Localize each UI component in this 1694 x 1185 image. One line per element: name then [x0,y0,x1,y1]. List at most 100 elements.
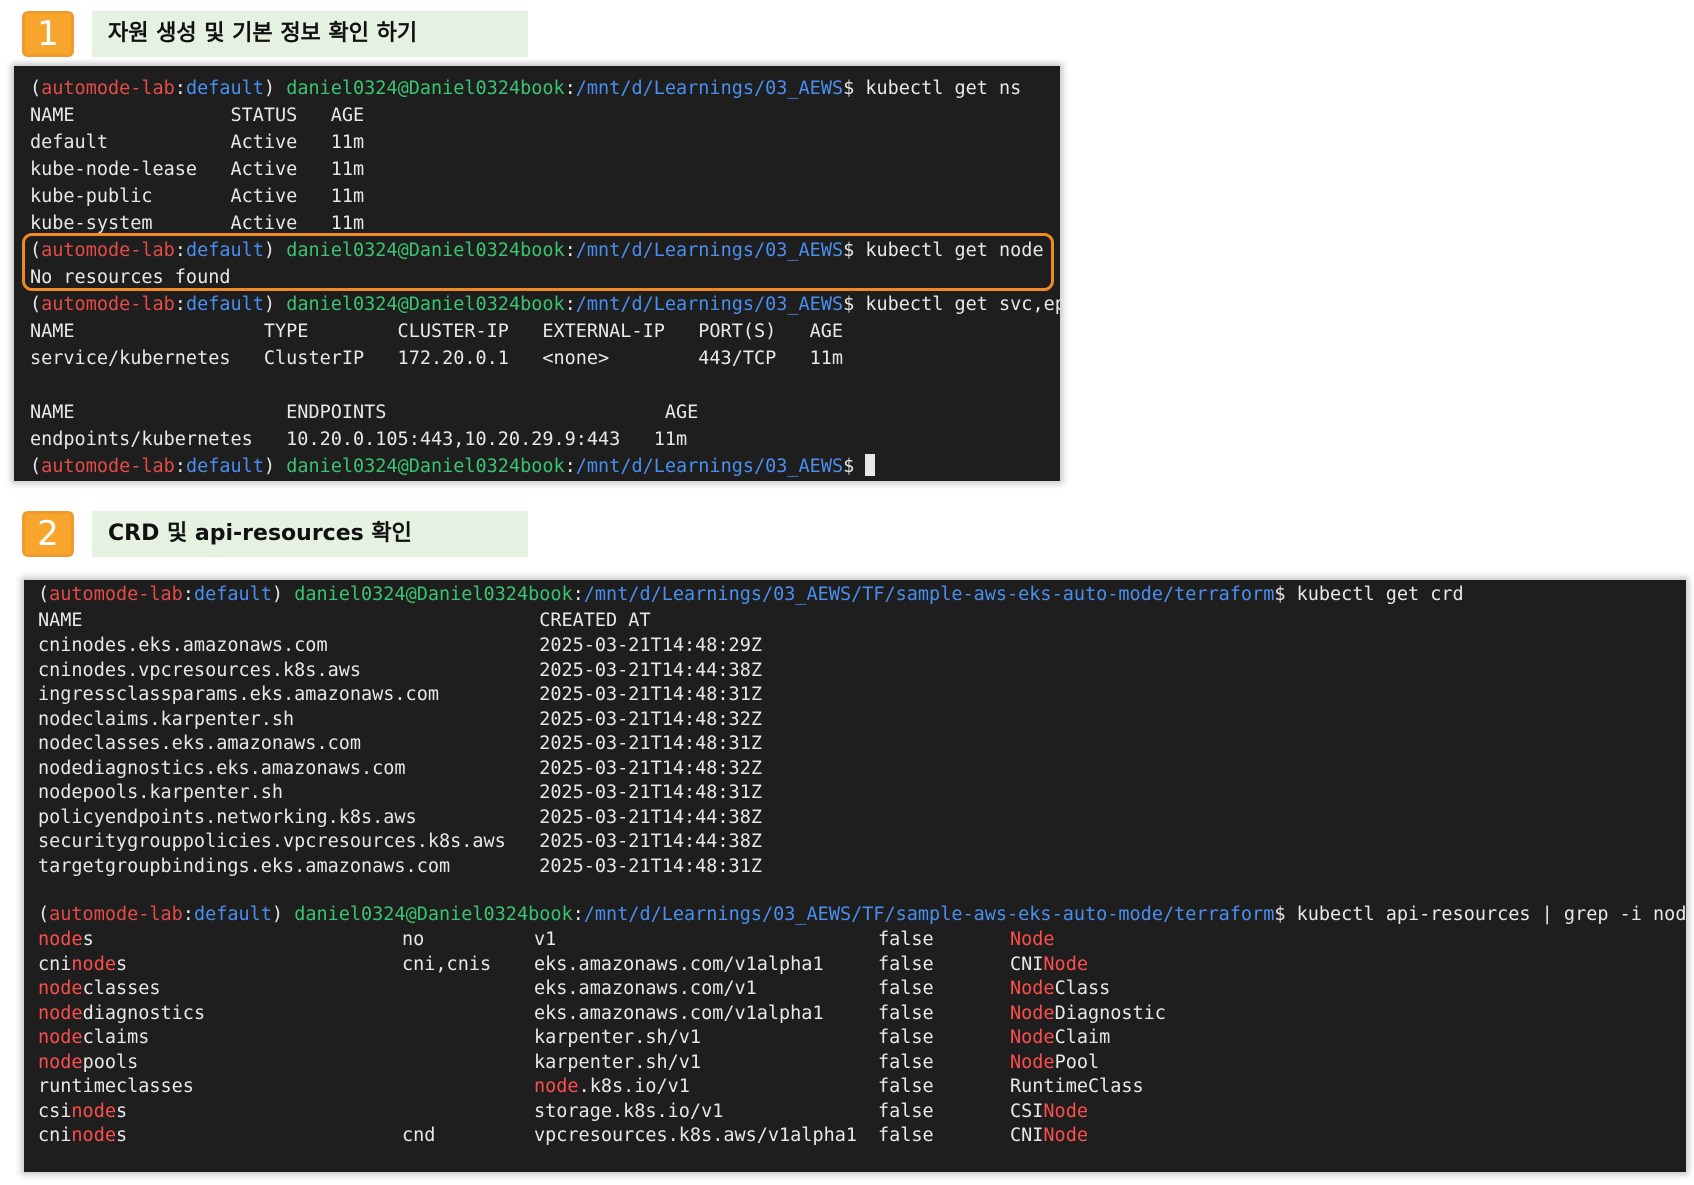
api-resource-cell: eks.amazonaws.com/v1alpha1 [534,952,824,978]
prompt-paren: ( [30,294,42,315]
resource-name-text: csi [38,1100,72,1122]
command-text: kubectl get crd [1296,584,1464,605]
resource-kind-text: Claim [1054,1027,1111,1048]
resource-kind: CNINode [1010,954,1088,975]
prompt-line: (automode-lab:default) daniel0324@Daniel… [30,76,1021,102]
prompt-path: /mnt/d/Learnings/03_AEWS/TF/sample-aws-e… [583,904,1275,925]
api-resource-cell: eks.amazonaws.com/v1 [534,976,757,1002]
resource-name-text: s [82,929,94,950]
terminal-2[interactable]: (automode-lab:default) daniel0324@Daniel… [24,580,1686,1172]
resource-apiversion-text: karpenter.sh/v1 [534,1051,702,1073]
resource-name-text: classes [82,978,161,999]
prompt-env: automode-lab [41,294,175,315]
ep-row: endpoints/kubernetes 10.20.0.105:443,10.… [30,429,688,450]
resource-kind: NodeDiagnostic [1010,1003,1166,1024]
grep-match: Node [1010,1027,1055,1048]
prompt-path: /mnt/d/Learnings/03_AEWS/TF/sample-aws-e… [583,584,1275,605]
api-resource-cell: false [878,952,934,978]
grep-match: Node [1043,953,1088,975]
svc-row: service/kubernetes ClusterIP 172.20.0.1 … [30,348,844,369]
crd-row: ingressclassparams.eks.amazonaws.com 202… [38,684,762,705]
api-resource-cell: csinodes [38,1099,127,1125]
resource-kind: CNINode [1010,1125,1088,1146]
prompt-colon: : [564,456,576,477]
api-resource-cell: eks.amazonaws.com/v1alpha1 [534,1001,824,1027]
resource-apiversion: storage.k8s.io/v1 [534,1101,723,1122]
resource-name: nodediagnostics [38,1003,205,1024]
resource-name: csinodes [38,1101,127,1122]
grep-match: node [534,1076,579,1097]
api-resource-cell: karpenter.sh/v1 [534,1025,701,1051]
prompt-colon: : [182,904,194,925]
resource-namespaced: false [878,953,934,975]
resource-apiversion: eks.amazonaws.com/v1alpha1 [534,1003,824,1024]
resource-name: nodeclasses [38,978,161,999]
resource-name: cninodes [38,1125,127,1146]
step-2-badge: 2 [22,511,74,557]
resource-shortnames: cnd [402,1125,436,1146]
api-resource-cell: false [878,1074,934,1100]
crd-row: cninodes.vpcresources.k8s.aws 2025-03-21… [38,659,762,681]
prompt-path: /mnt/d/Learnings/03_AEWS [575,456,844,477]
prompt-dollar: $ [1274,904,1297,925]
api-resource-cell: false [878,1099,934,1125]
resource-namespaced: false [878,1076,934,1097]
step-1-badge: 1 [22,11,74,57]
crd-row: securitygrouppolicies.vpcresources.k8s.a… [38,831,762,852]
ns-row: default Active 11m [30,132,365,153]
grep-match: Node [1043,1100,1088,1122]
api-resource-cell: false [878,1025,934,1051]
prompt-colon: : [182,584,194,605]
command-text: kubectl api-resources | grep -i node [1296,904,1686,925]
resource-name-text: s [115,1125,128,1146]
resource-kind-text: Diagnostic [1054,1002,1166,1024]
resource-shortnames: cni,cnis [402,953,492,975]
resource-apiversion: karpenter.sh/v1 [534,1027,701,1048]
api-resource-cell: runtimeclasses [38,1074,194,1100]
api-resource-cell: no [402,927,424,953]
prompt-env: automode-lab [41,78,175,99]
crd-row: nodepools.karpenter.sh 2025-03-21T14:48:… [38,782,762,803]
resource-kind-text: CNI [1010,953,1044,975]
resource-kind-text: CSI [1010,1100,1044,1122]
cursor [865,454,876,476]
grep-match: node [38,1051,83,1073]
resource-apiversion: eks.amazonaws.com/v1 [534,978,757,999]
prompt-paren: ) [263,78,287,99]
prompt-dollar: $ [843,294,866,315]
resource-kind-text: Pool [1054,1051,1100,1073]
prompt-user: daniel0324@Daniel0324book [286,294,565,315]
grep-match: node [38,1002,83,1024]
grep-match: Node [1043,1125,1088,1146]
crd-row: targetgroupbindings.eks.amazonaws.com 20… [38,855,762,877]
api-resource-cell: NodeClass [1010,976,1110,1002]
resource-name-text: diagnostics [82,1002,206,1024]
resource-name: nodepools [38,1052,138,1073]
resource-kind: NodeClaim [1010,1027,1110,1048]
prompt-namespace: default [185,294,264,315]
api-resource-cell: NodePool [1010,1050,1099,1076]
api-resource-cell: false [878,1123,934,1149]
prompt-user: daniel0324@Daniel0324book [286,78,565,99]
prompt-line: (automode-lab:default) daniel0324@Daniel… [30,292,1060,318]
prompt-paren: ) [271,904,295,925]
api-resource-cell: nodepools [38,1050,138,1076]
api-resource-cell: node.k8s.io/v1 [534,1074,690,1100]
resource-name-text: s [115,1100,128,1122]
prompt-colon: : [174,456,186,477]
grep-match: node [38,929,83,950]
resource-namespaced: false [878,1051,934,1073]
prompt-colon: : [572,584,584,605]
resource-namespaced: false [878,1027,934,1048]
grep-match: node [38,978,83,999]
prompt-user: daniel0324@Daniel0324book [286,456,565,477]
api-resource-cell: cninodes [38,1123,127,1149]
resource-namespaced: false [878,1100,934,1122]
api-resource-cell: false [878,976,934,1002]
prompt-line: (automode-lab:default) daniel0324@Daniel… [38,902,1686,928]
resource-name: runtimeclasses [38,1076,194,1097]
crd-header: NAME CREATED AT [38,610,651,631]
prompt-env: automode-lab [41,456,175,477]
resource-namespaced: false [878,929,934,950]
prompt-path: /mnt/d/Learnings/03_AEWS [575,294,844,315]
